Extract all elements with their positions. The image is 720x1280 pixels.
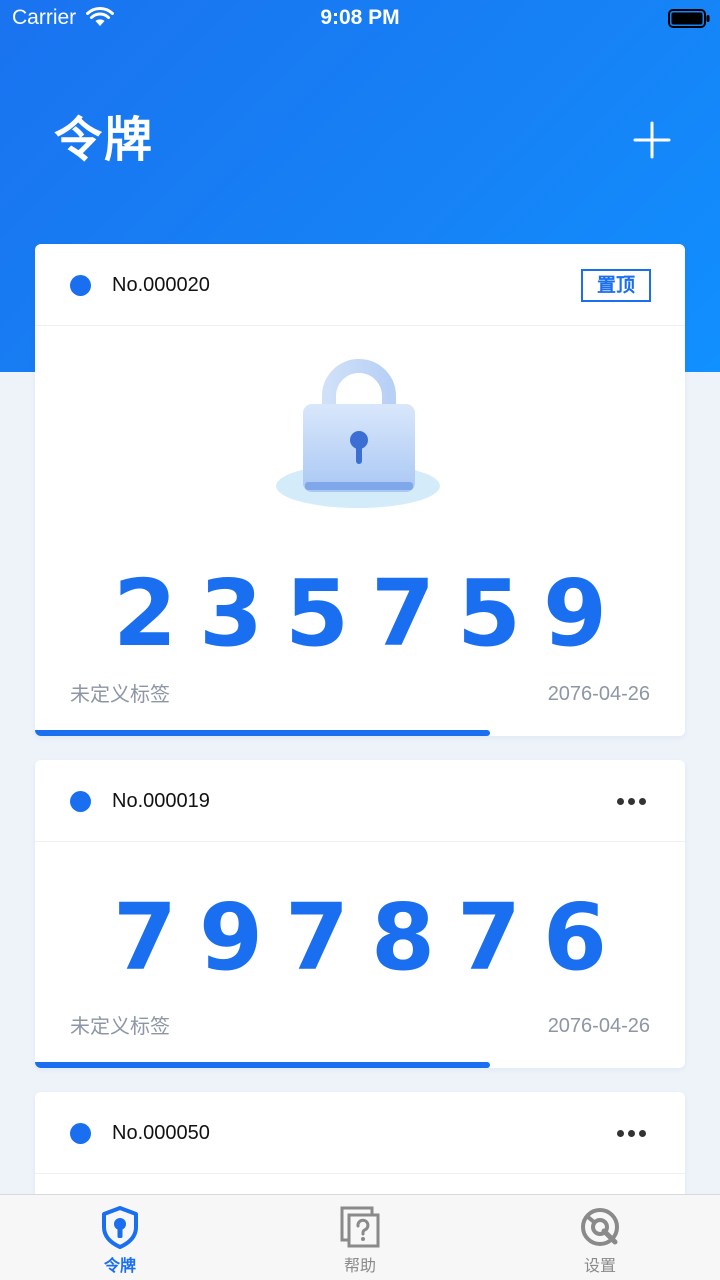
status-dot (70, 275, 91, 296)
help-icon (340, 1206, 380, 1248)
token-tag: 未定义标签 (70, 1014, 170, 1038)
token-list-screen: Carrier 9:08 PM 令牌 No.000020 置顶 235759 未… (0, 0, 720, 1280)
status-time: 9:08 PM (320, 6, 400, 29)
token-card-header: No.000019 (35, 760, 685, 842)
settings-icon (581, 1208, 619, 1246)
tab-bar: 令牌 帮助 设置 (0, 1194, 720, 1280)
token-number: No.000050 (112, 1122, 210, 1144)
countdown-progress (35, 1062, 685, 1068)
page-title: 令牌 (54, 112, 155, 168)
plus-icon[interactable] (632, 120, 672, 160)
token-code: 235759 (112, 560, 630, 667)
countdown-progress-fill (35, 730, 490, 736)
tab-settings[interactable]: 设置 (540, 1195, 660, 1280)
token-code: 797876 (112, 884, 630, 991)
token-date: 2076-04-26 (547, 683, 650, 705)
status-bar: Carrier 9:08 PM (0, 0, 720, 40)
more-icon[interactable] (615, 1123, 649, 1143)
token-date: 2076-04-26 (547, 1015, 650, 1037)
tab-help[interactable]: 帮助 (300, 1195, 420, 1280)
more-icon[interactable] (615, 791, 649, 811)
status-dot (70, 791, 91, 812)
tab-label: 帮助 (343, 1256, 376, 1275)
token-number: No.000019 (112, 790, 210, 812)
token-card-header: No.000020 置顶 (35, 244, 685, 326)
shield-key-icon (102, 1206, 138, 1249)
tab-label: 设置 (583, 1256, 616, 1275)
status-dot (70, 1123, 91, 1144)
battery-icon (668, 9, 710, 28)
tab-label: 令牌 (103, 1256, 136, 1275)
lock-icon (276, 359, 440, 508)
tab-tokens[interactable]: 令牌 (60, 1195, 180, 1280)
token-card[interactable]: No.000020 置顶 235759 未定义标签 2076-04-26 (35, 244, 685, 736)
countdown-progress-fill (35, 1062, 490, 1068)
countdown-progress (35, 730, 685, 736)
token-card-header: No.000050 (35, 1092, 685, 1174)
token-number: No.000020 (112, 274, 210, 296)
token-card[interactable]: No.000019 797876 未定义标签 2076-04-26 (35, 760, 685, 1068)
token-tag: 未定义标签 (70, 682, 170, 706)
pin-to-top-button[interactable]: 置顶 (581, 269, 651, 302)
